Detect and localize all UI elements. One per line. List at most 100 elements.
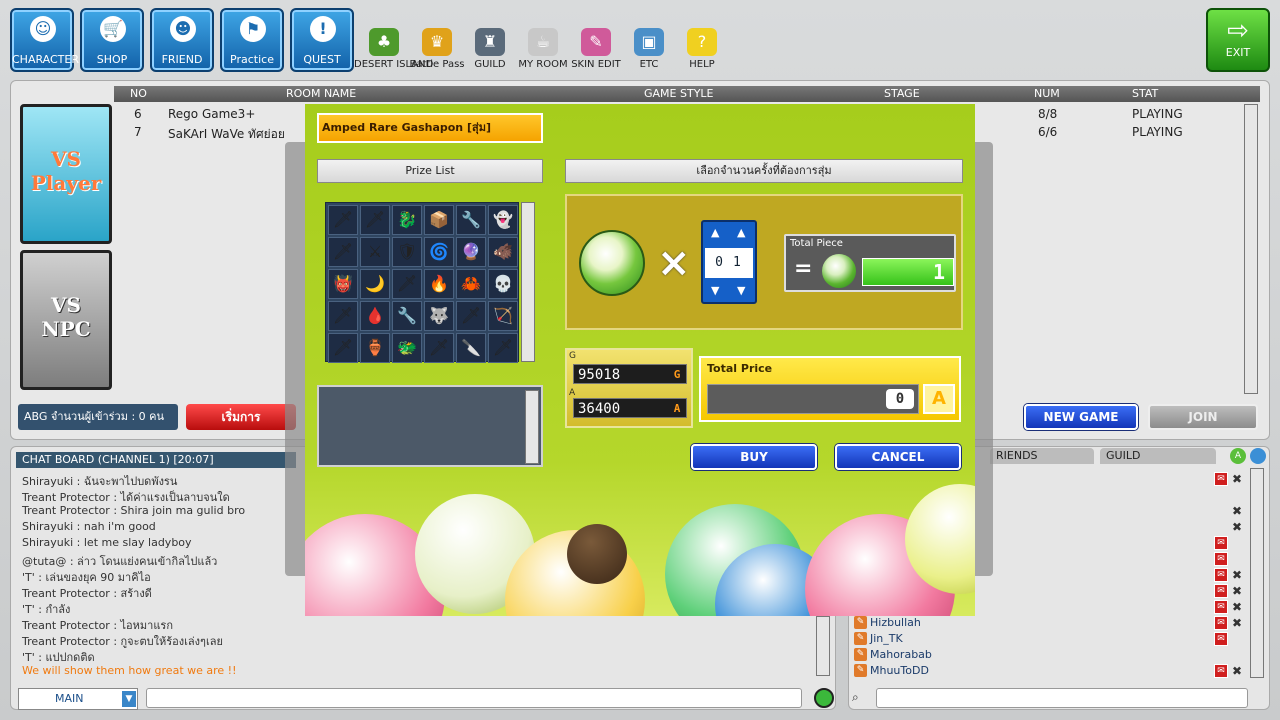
menu-item-battle-pass[interactable]: ♛ Battle Pass	[407, 28, 467, 70]
total-piece-box: Total Piece = 1	[784, 234, 956, 292]
total-piece-value: 1	[862, 258, 954, 286]
spray-can-icon: ✎	[581, 28, 611, 56]
room-list-scrollbar[interactable]	[1244, 104, 1258, 394]
a-icon[interactable]: A	[1230, 448, 1246, 464]
prize-item-icon[interactable]: 🏺	[360, 333, 390, 363]
friend-name[interactable]: Jin_TK	[870, 632, 903, 645]
prize-item-icon[interactable]: 🩸	[360, 301, 390, 331]
chat-message: Shirayuki : nah i'm good	[22, 520, 156, 533]
prize-item-icon[interactable]: 🏹	[488, 301, 518, 331]
join-button[interactable]: JOIN	[1148, 404, 1258, 430]
friend-name[interactable]: Hizbullah	[870, 616, 921, 629]
chat-scrollbar[interactable]	[816, 616, 830, 676]
topbar-button-character[interactable]: ☺ CHARACTER	[10, 8, 79, 72]
prize-item-icon[interactable]: 🗡	[328, 205, 358, 235]
prize-item-icon[interactable]: 🔧	[456, 205, 486, 235]
tens-down-arrow-icon[interactable]: ▼	[711, 284, 719, 297]
chat-input[interactable]	[146, 688, 802, 708]
prize-item-icon[interactable]: 👻	[488, 205, 518, 235]
exit-label: EXIT	[1225, 46, 1251, 59]
friend-name[interactable]: MhuuToDD	[870, 664, 929, 677]
friend-icon: ☻	[170, 16, 196, 42]
row-name: Rego Game3+	[168, 107, 256, 121]
prize-item-icon[interactable]: 🗡	[424, 333, 454, 363]
prize-item-icon[interactable]: 🗡	[456, 301, 486, 331]
exit-button[interactable]: ⇨ EXIT	[1206, 8, 1270, 72]
header-game-style: GAME STYLE	[644, 87, 714, 100]
tab-friends[interactable]: RIENDS	[990, 448, 1094, 464]
vs-npc-button[interactable]: VS NPC	[20, 250, 112, 390]
new-game-button[interactable]: NEW GAME	[1024, 404, 1138, 430]
guild-badge-icon: ✉	[1214, 472, 1228, 486]
menu-item-my-room[interactable]: ☕ MY ROOM	[513, 28, 573, 70]
chat-header: CHAT BOARD (CHANNEL 1) [20:07]	[16, 452, 296, 468]
tab-guild[interactable]: GUILD	[1100, 448, 1216, 464]
minimize-icon[interactable]	[1250, 448, 1266, 464]
menu-item-label: DESERT ISLAND	[354, 59, 434, 70]
room-table-header: NO ROOM NAME GAME STYLE STAGE NUM STAT	[114, 86, 1260, 102]
prize-item-icon[interactable]: 🌀	[424, 237, 454, 267]
description-scrollbar[interactable]	[525, 390, 539, 464]
prize-item-icon[interactable]: 📦	[424, 205, 454, 235]
prize-item-icon[interactable]: 💀	[488, 269, 518, 299]
ones-down-arrow-icon[interactable]: ▼	[737, 284, 745, 297]
cancel-button[interactable]: CANCEL	[835, 444, 961, 470]
select-count-header: เลือกจำนวนครั้งที่ต้องการสุ่ม	[565, 159, 963, 183]
prize-scrollbar[interactable]	[521, 202, 535, 362]
prize-item-icon[interactable]: ⚔	[360, 237, 390, 267]
gold-balance: 95018 G	[573, 364, 687, 384]
prize-item-icon[interactable]: 🗡	[488, 333, 518, 363]
prize-item-icon[interactable]: 🔥	[424, 269, 454, 299]
prize-item-icon[interactable]: 🗡	[328, 301, 358, 331]
prize-item-icon[interactable]: 🛡	[392, 237, 422, 267]
topbar-button-quest[interactable]: ! QUEST	[290, 8, 354, 72]
gold-value: 95018	[578, 367, 621, 383]
prize-item-icon[interactable]: 🔧	[392, 301, 422, 331]
friend-name[interactable]: Mahorabab	[870, 648, 932, 661]
tens-up-arrow-icon[interactable]: ▲	[711, 226, 719, 239]
price-currency-icon: A	[923, 384, 955, 414]
ones-up-arrow-icon[interactable]: ▲	[737, 226, 745, 239]
channel-select[interactable]: MAIN	[18, 688, 138, 710]
row-stat: PLAYING	[1132, 125, 1183, 139]
count-stepper[interactable]: ▲ ▲ 01 ▼ ▼	[701, 220, 757, 304]
start-game-button[interactable]: เริ่มการ	[186, 404, 296, 430]
buy-button[interactable]: BUY	[691, 444, 817, 470]
prize-item-icon[interactable]: 🐉	[392, 205, 422, 235]
total-price-field: 0	[707, 384, 919, 414]
swords-icon: ✖	[1232, 472, 1243, 486]
menu-item-guild[interactable]: ♜ GUILD	[460, 28, 520, 70]
piece-selector-panel: × ▲ ▲ 01 ▼ ▼ Total Piece = 1	[565, 194, 963, 330]
send-icon[interactable]	[814, 688, 834, 708]
search-icon[interactable]: ⌕	[852, 690, 859, 705]
prize-item-icon[interactable]: 🗡	[328, 237, 358, 267]
friend-status-icon: ✎	[854, 664, 867, 677]
prize-item-icon[interactable]: 🗡	[328, 333, 358, 363]
menu-item-etc[interactable]: ▣ ETC	[619, 28, 679, 70]
prize-item-icon[interactable]: 🗡	[392, 269, 422, 299]
friend-scrollbar[interactable]	[1250, 468, 1264, 678]
prize-item-icon[interactable]: 🔪	[456, 333, 486, 363]
topbar-button-friend[interactable]: ☻ FRIEND	[150, 8, 214, 72]
chevron-down-icon[interactable]: ▼	[122, 691, 136, 707]
amp-value: 36400	[578, 401, 621, 417]
menu-item-help[interactable]: ? HELP	[672, 28, 732, 70]
menu-item-skin-edit[interactable]: ✎ SKIN EDIT	[566, 28, 626, 70]
vs-player-label: VS Player	[30, 147, 102, 195]
prize-item-icon[interactable]: 🐺	[424, 301, 454, 331]
question-icon: ?	[687, 28, 717, 56]
equals-icon: =	[794, 256, 813, 281]
prize-item-icon[interactable]: 👹	[328, 269, 358, 299]
prize-item-icon[interactable]: 🐲	[392, 333, 422, 363]
topbar-button-shop[interactable]: 🛒 SHOP	[80, 8, 144, 72]
friend-search-input[interactable]	[876, 688, 1248, 708]
prize-item-icon[interactable]: 🔮	[456, 237, 486, 267]
prize-item-icon[interactable]: 🦀	[456, 269, 486, 299]
total-price-value: 0	[886, 389, 914, 409]
prize-item-icon[interactable]: 🌙	[360, 269, 390, 299]
topbar-button-practice[interactable]: ⚑ Practice	[220, 8, 284, 72]
prize-item-icon[interactable]: 🗡	[360, 205, 390, 235]
menu-item-desert-island[interactable]: ♣ DESERT ISLAND	[354, 28, 434, 70]
vs-player-button[interactable]: VS Player	[20, 104, 112, 244]
prize-item-icon[interactable]: 🐗	[488, 237, 518, 267]
